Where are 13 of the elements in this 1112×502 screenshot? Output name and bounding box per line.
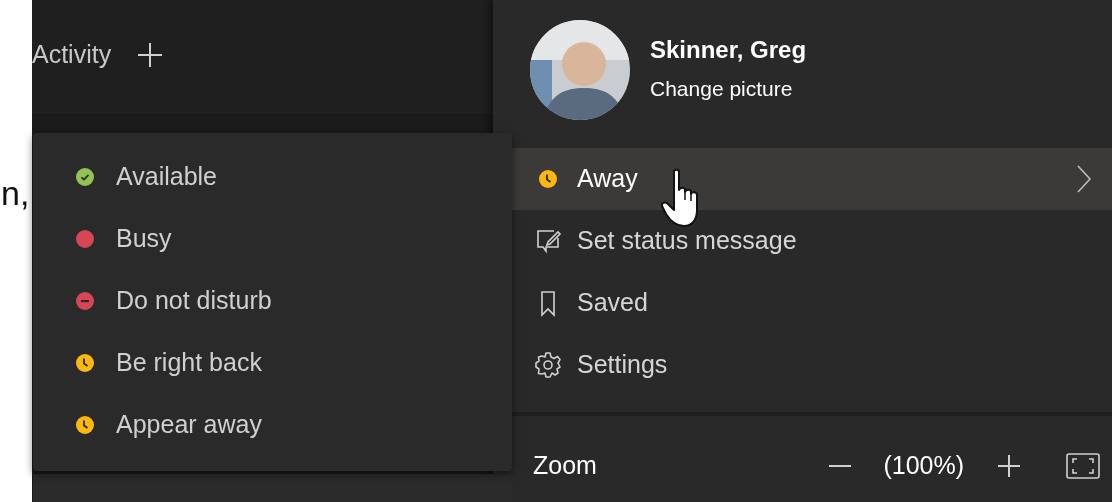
zoom-in-icon[interactable] xyxy=(998,455,1020,477)
edit-message-icon xyxy=(534,227,562,255)
add-icon[interactable] xyxy=(137,42,164,68)
zoom-value: (100%) xyxy=(883,450,964,482)
settings-icon xyxy=(534,351,562,379)
pointer-cursor-icon xyxy=(660,168,700,228)
fullscreen-icon[interactable] xyxy=(1066,453,1100,479)
change-picture-link[interactable]: Change picture xyxy=(650,72,807,105)
background-text: n, xyxy=(1,176,30,210)
user-name: Skinner, Greg xyxy=(650,35,807,65)
status-option[interactable]: Appear away xyxy=(33,394,512,456)
zoom-label: Zoom xyxy=(533,450,598,482)
activity-title: Activity xyxy=(32,39,112,71)
